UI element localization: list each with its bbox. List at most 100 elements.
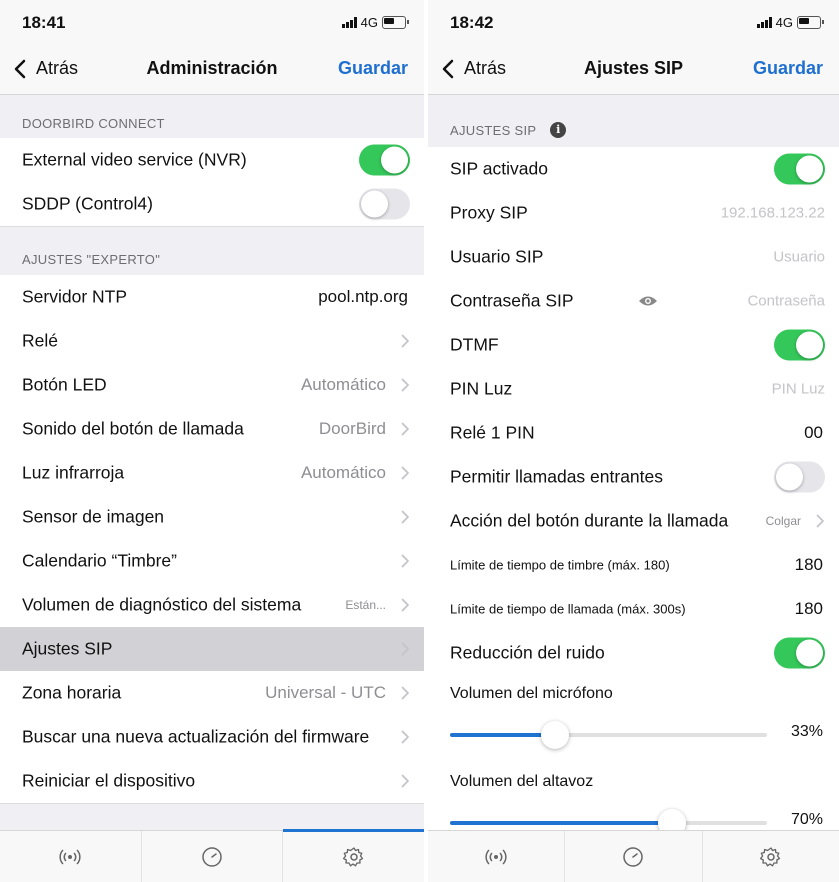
tab-history[interactable] — [564, 831, 701, 882]
chevron-right-icon — [401, 730, 409, 744]
save-button[interactable]: Guardar — [338, 58, 408, 79]
row-label: Sensor de imagen — [22, 506, 165, 527]
row-label: Relé — [22, 330, 58, 351]
row-label: DTMF — [450, 334, 499, 355]
row-dtmf[interactable]: DTMF — [428, 323, 839, 368]
tab-settings[interactable] — [701, 831, 839, 882]
chevron-right-icon — [401, 334, 409, 348]
tab-bar — [0, 829, 424, 882]
row-proxy-sip[interactable]: Proxy SIP 192.168.123.22 — [428, 191, 839, 236]
toggle-knob — [796, 331, 823, 359]
broadcast-icon — [485, 849, 507, 865]
tab-history[interactable] — [140, 831, 283, 882]
row-pin-luz[interactable]: PIN Luz PIN Luz — [428, 367, 839, 412]
row-value: Universal - UTC — [265, 683, 386, 702]
ajustes-sip-screen: 18:42 4G Atrás Ajustes SIP Guardar AJUST… — [428, 0, 839, 882]
row-label: Relé 1 PIN — [450, 422, 535, 443]
tab-live[interactable] — [428, 831, 564, 882]
slider-track[interactable] — [450, 809, 767, 837]
network-type: 4G — [775, 15, 793, 30]
save-button[interactable]: Guardar — [753, 58, 823, 79]
chevron-left-icon — [442, 59, 454, 78]
info-icon[interactable]: i — [550, 122, 567, 138]
row-label: Límite de tiempo de llamada (máx. 300s) — [450, 601, 686, 617]
toggle-switch[interactable] — [359, 188, 410, 220]
toggle-switch[interactable] — [359, 144, 410, 176]
chevron-right-icon — [401, 466, 409, 480]
text-field[interactable]: Usuario — [773, 249, 825, 266]
row-value: pool.ntp.org — [318, 287, 408, 306]
row-label: Contraseña SIP — [450, 290, 574, 311]
row-usuario-sip[interactable]: Usuario SIP Usuario — [428, 235, 839, 280]
slider-value: 70% — [790, 811, 823, 828]
signal-bars-icon — [756, 17, 772, 28]
row-rele-1-pin[interactable]: Relé 1 PIN 00 — [428, 411, 839, 456]
row-boton-led[interactable]: Botón LED Automático — [0, 363, 424, 408]
row-rele[interactable]: Relé — [0, 319, 424, 364]
row-label: Límite de tiempo de timbre (máx. 180) — [450, 557, 670, 573]
row-volumen-de-diagnostico-del-sistema[interactable]: Volumen de diagnóstico del sistema Están.… — [0, 583, 424, 628]
text-field[interactable]: 192.168.123.22 — [721, 205, 825, 222]
row-value: Automático — [300, 375, 386, 394]
toggle-switch[interactable] — [774, 637, 825, 669]
row-sip-activado[interactable]: SIP activado — [428, 147, 839, 192]
row-buscar-una-nueva-actualizacion-del-firmware[interactable]: Buscar una nueva actualización del firmw… — [0, 715, 424, 760]
row-value: DoorBird — [318, 419, 386, 438]
back-button[interactable]: Atrás — [14, 58, 78, 79]
row-label: SIP activado — [450, 158, 548, 179]
row-label: Ajustes SIP — [22, 638, 113, 659]
row-zona-horaria[interactable]: Zona horaria Universal - UTC — [0, 671, 424, 716]
row-calendario-timbre[interactable]: Calendario “Timbre” — [0, 539, 424, 584]
row-label: Reducción del ruido — [450, 642, 605, 663]
row-label: SDDP (Control4) — [22, 193, 153, 214]
row-label: Volumen de diagnóstico del sistema — [22, 594, 302, 615]
tab-bar — [428, 830, 839, 882]
tab-settings[interactable] — [282, 829, 424, 882]
microphone-volume-slider-row: Volumen del micrófono 33% — [428, 675, 839, 764]
row-servidor-ntp[interactable]: Servidor NTP pool.ntp.org — [0, 275, 424, 320]
row-limite-de-tiempo-de-llamada-max-300s[interactable]: Límite de tiempo de llamada (máx. 300s) 1… — [428, 587, 839, 632]
row-value: 180 — [794, 599, 823, 618]
toggle-switch[interactable] — [774, 153, 825, 185]
back-button[interactable]: Atrás — [442, 58, 506, 79]
slider-fill — [450, 821, 672, 825]
administracion-screen: 18:41 4G Atrás Administración Guardar DO… — [0, 0, 424, 882]
row-sensor-de-imagen[interactable]: Sensor de imagen — [0, 495, 424, 540]
row-luz-infrarroja[interactable]: Luz infrarroja Automático — [0, 451, 424, 496]
tab-live[interactable] — [0, 831, 141, 882]
row-value: Automático — [300, 463, 386, 482]
text-field[interactable]: Contraseña — [747, 293, 825, 310]
row-reiniciar-el-dispositivo[interactable]: Reiniciar el dispositivo — [0, 759, 424, 804]
row-sddp-control4[interactable]: SDDP (Control4) — [0, 182, 424, 227]
slider-fill — [450, 733, 555, 737]
section-header-ajustes-sip: AJUSTES SIP i — [450, 122, 567, 138]
row-sonido-del-boton-de-llamada[interactable]: Sonido del botón de llamada DoorBird — [0, 407, 424, 452]
status-signal: 4G — [341, 15, 409, 30]
status-bar: 18:41 4G — [0, 0, 424, 46]
network-type: 4G — [360, 15, 378, 30]
row-accion-del-boton-durante-la-llamada[interactable]: Acción del botón durante la llamada Colga… — [428, 499, 839, 544]
slider-label: Volumen del micrófono — [450, 685, 613, 702]
toggle-switch[interactable] — [774, 461, 825, 493]
chevron-left-icon — [14, 59, 26, 78]
slider-track[interactable] — [450, 721, 767, 749]
back-label: Atrás — [36, 58, 79, 78]
row-reduccion-del-ruido[interactable]: Reducción del ruido — [428, 631, 839, 676]
text-field[interactable]: PIN Luz — [772, 381, 825, 398]
eye-icon[interactable] — [638, 294, 658, 308]
row-external-video-service-nvr[interactable]: External video service (NVR) — [0, 138, 424, 183]
row-limite-de-tiempo-de-timbre-max-180[interactable]: Límite de tiempo de timbre (máx. 180) 180 — [428, 543, 839, 588]
chevron-right-icon — [401, 642, 409, 656]
row-permitir-llamadas-entrantes[interactable]: Permitir llamadas entrantes — [428, 455, 839, 500]
row-contrasena-sip[interactable]: Contraseña SIP Contraseña — [428, 279, 839, 324]
slider-value: 33% — [790, 723, 823, 740]
row-label: Reiniciar el dispositivo — [22, 770, 196, 791]
toggle-knob — [796, 639, 823, 667]
row-label: Proxy SIP — [450, 202, 528, 223]
chevron-right-icon — [401, 686, 409, 700]
row-label: Buscar una nueva actualización del firmw… — [22, 726, 370, 747]
status-signal: 4G — [756, 15, 824, 30]
slider-thumb[interactable] — [540, 721, 569, 749]
toggle-switch[interactable] — [774, 329, 825, 361]
row-ajustes-sip[interactable]: Ajustes SIP — [0, 627, 424, 672]
